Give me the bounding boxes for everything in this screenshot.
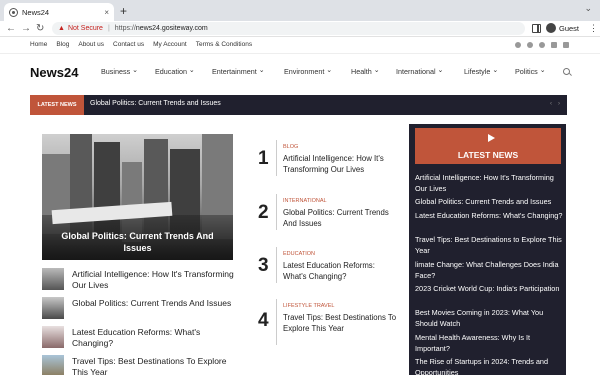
numbered-item[interactable]: 2 INTERNATIONAL Global Politics: Current… (258, 194, 398, 234)
article-thumbnail (42, 355, 64, 375)
nav-politics[interactable]: Politics (515, 67, 546, 76)
numbered-item[interactable]: 3 EDUCATION Latest Education Reforms: Wh… (258, 247, 398, 287)
list-item[interactable]: Travel Tips: Best Destinations To Explor… (42, 355, 242, 375)
latest-news-item[interactable]: Mental Health Awareness: Why Is It Impor… (415, 333, 565, 354)
ticker-label: LATEST NEWS (30, 95, 84, 115)
nav-entertainment[interactable]: Entertainment (212, 67, 265, 76)
featured-article[interactable]: Global Politics: Current Trends And Issu… (42, 134, 233, 260)
list-item[interactable]: Latest Education Reforms: What's Changin… (42, 326, 242, 354)
facebook-icon[interactable] (515, 42, 521, 48)
latest-news-item[interactable]: The Rise of Startups in 2024: Trends and… (415, 357, 565, 375)
address-separator: | (107, 25, 110, 32)
featured-title[interactable]: Global Politics: Current Trends And Issu… (42, 230, 233, 254)
list-item-title[interactable]: Artificial Intelligence: How It's Transf… (72, 269, 242, 291)
nav-health[interactable]: Health (351, 67, 380, 76)
tab-list-icon[interactable]: ⌄ (584, 3, 592, 14)
youtube-icon[interactable] (563, 42, 569, 48)
article-thumbnail (42, 268, 64, 290)
address-bar-row: ← → ↻ ▲ Not Secure | https://news24.gosi… (0, 21, 600, 37)
list-item-title[interactable]: Global Politics: Current Trends And Issu… (72, 298, 242, 309)
latest-news-header: LATEST NEWS (415, 128, 561, 164)
util-link-terms[interactable]: Terms & Conditions (196, 41, 252, 48)
reload-icon[interactable]: ↻ (36, 22, 44, 35)
list-item[interactable]: Global Politics: Current Trends And Issu… (42, 297, 242, 325)
item-title[interactable]: Artificial Intelligence: How It's Transf… (283, 154, 398, 175)
numbered-item[interactable]: 4 LIFESTYLE TRAVEL Travel Tips: Best Des… (258, 299, 398, 347)
latest-news-item[interactable]: Best Movies Coming in 2023: What You Sho… (415, 308, 565, 329)
util-link-about[interactable]: About us (78, 41, 104, 48)
util-link-account[interactable]: My Account (153, 41, 187, 48)
nav-international[interactable]: International (396, 67, 443, 76)
ticker-next-icon[interactable]: › (558, 101, 560, 107)
not-secure-label: Not Secure (67, 25, 103, 32)
latest-news-item[interactable]: Artificial Intelligence: How It's Transf… (415, 173, 565, 194)
url-host: news24.gositeway.com (135, 25, 208, 32)
item-number: 3 (258, 255, 269, 276)
menu-icon[interactable]: ⋮ (589, 23, 598, 34)
item-number: 4 (258, 310, 269, 331)
profile-icon[interactable] (546, 23, 556, 33)
favicon-icon (9, 7, 18, 17)
forward-icon[interactable]: → (21, 22, 31, 35)
social-icons (515, 42, 569, 48)
instagram-icon[interactable] (539, 42, 545, 48)
latest-news-item[interactable]: Latest Education Reforms: What's Changin… (415, 211, 565, 222)
ticker-prev-icon[interactable]: ‹ (550, 101, 552, 107)
item-divider (276, 140, 277, 176)
latest-news-panel: LATEST NEWS Artificial Intelligence: How… (409, 124, 566, 375)
item-category[interactable]: EDUCATION (283, 251, 315, 257)
item-number: 2 (258, 202, 269, 223)
url-text: https://news24.gositeway.com (115, 25, 208, 32)
util-link-blog[interactable]: Blog (56, 41, 69, 48)
item-divider (276, 299, 277, 345)
warning-icon: ▲ (58, 25, 65, 32)
utility-links: Home Blog About us Contact us My Account… (30, 41, 252, 48)
item-number: 1 (258, 148, 269, 169)
address-bar[interactable]: ▲ Not Secure | https://news24.gositeway.… (52, 22, 525, 35)
latest-news-item[interactable]: Travel Tips: Best Destinations to Explor… (415, 235, 565, 256)
list-item-title[interactable]: Latest Education Reforms: What's Changin… (72, 327, 242, 349)
nav-lifestyle[interactable]: Lifestyle (464, 67, 498, 76)
util-link-contact[interactable]: Contact us (113, 41, 144, 48)
nav-education[interactable]: Education (155, 67, 195, 76)
item-category[interactable]: INTERNATIONAL (283, 198, 327, 204)
new-tab-button[interactable]: + (120, 3, 127, 19)
article-thumbnail (42, 297, 64, 319)
item-title[interactable]: Travel Tips: Best Destinations To Explor… (283, 313, 398, 334)
side-panel-icon[interactable] (532, 24, 541, 33)
latest-news-item[interactable]: limate Change: What Challenges Does Indi… (415, 260, 565, 281)
utility-bar: Home Blog About us Contact us My Account… (0, 38, 600, 54)
latest-news-item[interactable]: Global Politics: Current Trends and Issu… (415, 197, 565, 208)
nav-environment[interactable]: Environment (284, 67, 332, 76)
numbered-item[interactable]: 1 BLOG Artificial Intelligence: How It's… (258, 140, 398, 180)
item-category[interactable]: LIFESTYLE TRAVEL (283, 303, 334, 309)
news-ticker: LATEST NEWS Global Politics: Current Tre… (30, 95, 567, 115)
back-icon[interactable]: ← (6, 22, 16, 35)
site-header: News24 Business Education Entertainment … (0, 55, 600, 89)
search-icon[interactable] (563, 68, 570, 75)
item-divider (276, 247, 277, 283)
item-title[interactable]: Global Politics: Current Trends And Issu… (283, 208, 398, 229)
latest-news-title: LATEST NEWS (457, 150, 519, 160)
profile-label[interactable]: Guest (559, 24, 579, 33)
browser-tab[interactable]: News24 × (4, 3, 114, 21)
item-divider (276, 194, 277, 230)
util-link-home[interactable]: Home (30, 41, 47, 48)
play-icon (488, 134, 495, 142)
ticker-headline[interactable]: Global Politics: Current Trends and Issu… (90, 100, 221, 107)
list-item-title[interactable]: Travel Tips: Best Destinations To Explor… (72, 356, 242, 375)
list-item[interactable]: Artificial Intelligence: How It's Transf… (42, 268, 242, 296)
url-scheme: https:// (114, 25, 136, 32)
item-title[interactable]: Latest Education Reforms: What's Changin… (283, 261, 398, 282)
browser-tab-bar: News24 × + ⌄ (0, 0, 600, 21)
article-thumbnail (42, 326, 64, 348)
linkedin-icon[interactable] (551, 42, 557, 48)
twitter-icon[interactable] (527, 42, 533, 48)
tab-title: News24 (22, 7, 50, 17)
nav-business[interactable]: Business (101, 67, 138, 76)
site-logo[interactable]: News24 (30, 65, 78, 80)
item-category[interactable]: BLOG (283, 144, 298, 150)
latest-news-item[interactable]: 2023 Cricket World Cup: India's Particip… (415, 284, 565, 295)
tab-close-icon[interactable]: × (104, 8, 109, 17)
